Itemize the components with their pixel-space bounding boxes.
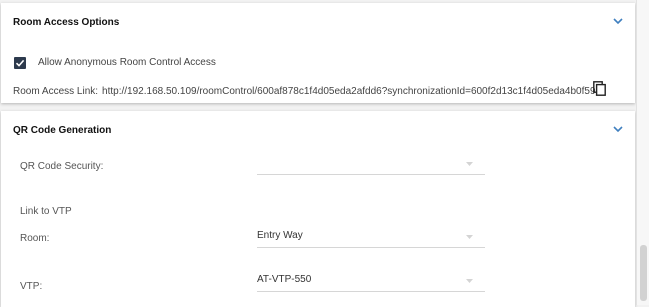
chevron-down-icon[interactable] <box>611 124 625 134</box>
qr-security-select[interactable] <box>257 156 485 175</box>
copy-icon[interactable] <box>593 81 606 96</box>
app-frame: Room Access Options Allow Anonymous Room… <box>0 0 649 307</box>
checkmark-icon <box>15 59 25 67</box>
vtp-value: AT-VTP-550 <box>257 274 312 285</box>
room-access-link-label: Room Access Link: <box>13 86 99 97</box>
allow-anonymous-label[interactable]: Allow Anonymous Room Control Access <box>38 57 216 68</box>
room-access-header[interactable]: Room Access Options <box>1 3 635 39</box>
dropdown-arrow-icon <box>466 279 473 283</box>
room-access-title: Room Access Options <box>13 17 120 28</box>
room-access-link-row: Room Access Link: http://192.168.50.109/r… <box>13 86 596 97</box>
room-value: Entry Way <box>257 230 303 241</box>
link-to-vtp-heading: Link to VTP <box>20 206 72 217</box>
room-select[interactable]: Entry Way <box>257 229 485 248</box>
room-label: Room: <box>20 233 50 244</box>
vertical-scrollbar[interactable] <box>636 0 649 305</box>
qr-code-header[interactable]: QR Code Generation <box>1 111 635 147</box>
dropdown-arrow-icon <box>466 162 473 166</box>
vtp-label: VTP: <box>20 281 43 292</box>
qr-security-label: QR Code Security: <box>20 161 104 172</box>
allow-anonymous-checkbox[interactable] <box>14 57 26 69</box>
room-access-panel: Room Access Options Allow Anonymous Room… <box>1 3 635 103</box>
chevron-down-icon[interactable] <box>611 16 625 26</box>
dropdown-arrow-icon <box>466 235 473 239</box>
vtp-select[interactable]: AT-VTP-550 <box>257 273 485 292</box>
qr-code-title: QR Code Generation <box>13 125 112 136</box>
room-access-link-value[interactable]: http://192.168.50.109/roomControl/600af8… <box>102 86 595 97</box>
qr-code-panel: QR Code Generation QR Code Security: Lin… <box>1 111 635 307</box>
main-content: Room Access Options Allow Anonymous Room… <box>0 0 636 307</box>
scrollbar-thumb[interactable] <box>640 245 647 301</box>
